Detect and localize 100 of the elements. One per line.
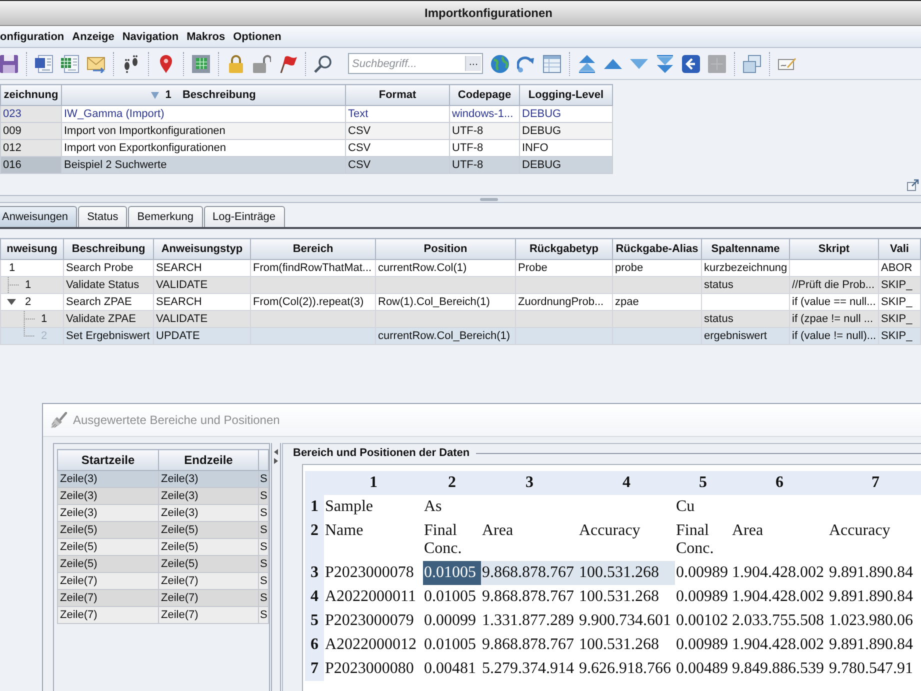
double-up-arrow-icon[interactable] bbox=[578, 54, 596, 72]
table-cell-text: 0.00099 bbox=[423, 611, 477, 631]
column-header[interactable]: Format bbox=[346, 84, 450, 106]
footprints-icon[interactable] bbox=[122, 54, 140, 72]
caret-icon[interactable] bbox=[7, 299, 16, 305]
table-cell: As bbox=[423, 495, 481, 519]
table-row[interactable]: Zeile(7) Zeile(7) S bbox=[58, 606, 268, 624]
table-row[interactable]: 016 Beispiel 2 Suchwerte CSV UTF-8 DEBUG bbox=[0, 156, 612, 174]
column-header[interactable]: Startzeile bbox=[58, 450, 158, 470]
envelope-icon[interactable] bbox=[87, 54, 105, 72]
table-row[interactable]: 2 Search ZPAE SEARCH From(Col(2)).repeat(3) Row(1).Col_Bereich(1) ZuordnungProb... zpae if (value == null... SKIP_ bbox=[0, 294, 920, 310]
column-header[interactable]: zeichnung bbox=[0, 84, 62, 106]
table-cell-text: 9.849.886.539 bbox=[731, 659, 825, 679]
column-header[interactable]: Skript bbox=[790, 238, 878, 260]
search-field[interactable]: Suchbegriff... ... bbox=[348, 53, 483, 74]
table-cell-text: 9.626.918.766 bbox=[578, 659, 672, 679]
tab[interactable]: Log-Einträge bbox=[204, 206, 285, 227]
column-header[interactable]: Position bbox=[376, 238, 516, 260]
table-cell: 0.01005 bbox=[423, 561, 481, 585]
tab[interactable]: Status bbox=[78, 206, 128, 227]
table-cell-text: 0.00489 bbox=[675, 659, 729, 679]
double-down-arrow-icon[interactable] bbox=[656, 54, 674, 72]
table-row[interactable]: 009 Import von Importkonfigurationen CSV UTF-8 DEBUG bbox=[0, 122, 612, 140]
grid-icon[interactable] bbox=[192, 54, 210, 72]
map-pin-icon[interactable] bbox=[157, 54, 175, 72]
refresh-icon[interactable] bbox=[517, 54, 535, 72]
tab[interactable]: Anweisungen bbox=[0, 206, 78, 227]
table-row[interactable]: 1 Validate Status VALIDATE status //Prüft die Prob... SKIP_ bbox=[0, 276, 920, 294]
table-row[interactable]: Zeile(7) Zeile(7) S bbox=[58, 572, 268, 590]
table-cell-text: 0.00481 bbox=[423, 659, 477, 679]
table-row[interactable]: 1 Validate ZPAE VALIDATE status if (zpae != null ... SKIP_ bbox=[0, 310, 920, 328]
tab[interactable]: Bemerkung bbox=[128, 206, 203, 227]
column-header[interactable]: Logging-Level bbox=[520, 84, 612, 106]
column-header[interactable]: Endzeile bbox=[158, 450, 258, 470]
column-number: 4 bbox=[578, 471, 675, 495]
column-header[interactable]: Bereich bbox=[250, 238, 376, 260]
column-header[interactable]: Codepage bbox=[450, 84, 520, 106]
table-cell: UPDATE bbox=[154, 328, 250, 344]
table-cell: Name bbox=[324, 519, 423, 561]
column-header[interactable]: nweisung bbox=[0, 238, 64, 260]
down-arrow-icon[interactable] bbox=[630, 58, 648, 68]
table-cell: 0.00989 bbox=[675, 561, 731, 585]
sort-descending-icon bbox=[151, 92, 160, 99]
left-arrow-icon[interactable] bbox=[274, 449, 278, 455]
window-title: Importkonfigurationen bbox=[424, 6, 552, 20]
menu-item[interactable]: onfiguration bbox=[0, 30, 64, 42]
menu-item[interactable]: Anzeige bbox=[72, 30, 114, 42]
table-row[interactable]: Zeile(5) Zeile(5) S bbox=[58, 538, 268, 556]
column-header[interactable]: Anweisungstyp bbox=[154, 238, 250, 260]
table-cell: Final Conc. bbox=[423, 519, 481, 561]
spreadsheet-icon[interactable] bbox=[61, 54, 79, 72]
table-cell: 9.868.878.767 bbox=[481, 561, 578, 585]
row-number: 2 bbox=[25, 296, 32, 308]
menu-item[interactable]: Makros bbox=[186, 30, 226, 42]
browse-button[interactable]: ... bbox=[464, 56, 481, 71]
column-number: 3 bbox=[481, 471, 578, 495]
menu-item[interactable]: Navigation bbox=[122, 30, 179, 42]
up-arrow-icon[interactable] bbox=[604, 58, 622, 68]
table-cell: currentRow.Col_Bereich(1) bbox=[376, 328, 516, 344]
square-icon[interactable] bbox=[708, 54, 726, 72]
open-padlock-icon[interactable] bbox=[253, 54, 271, 72]
table-cell: P2023000078 bbox=[324, 561, 423, 585]
table-row[interactable]: 012 Import von Exportkonfigurationen CSV UTF-8 INFO bbox=[0, 140, 612, 156]
column-header[interactable]: Spaltenname bbox=[702, 238, 790, 260]
search-icon[interactable] bbox=[314, 54, 332, 72]
menu-item[interactable]: Optionen bbox=[233, 30, 282, 42]
column-header[interactable]: 1 Beschreibung bbox=[62, 84, 346, 106]
column-header[interactable]: Rückgabe-Alias bbox=[612, 238, 702, 260]
table-cell: A2022000012 bbox=[324, 633, 423, 657]
flag-icon[interactable] bbox=[279, 54, 297, 72]
globe-icon[interactable] bbox=[491, 54, 509, 72]
table-cell-text: 100.531.268 bbox=[578, 635, 660, 655]
table-row[interactable]: Zeile(5) Zeile(5) S bbox=[58, 556, 268, 572]
row-number: 3 bbox=[305, 561, 324, 585]
table-cell: P2023000080 bbox=[324, 657, 423, 681]
padlock-icon[interactable] bbox=[227, 54, 245, 72]
group-title: Bereich und Positionen der Daten bbox=[293, 447, 470, 459]
column-header[interactable]: Vali bbox=[878, 238, 920, 260]
table-cell-text: 5.279.374.914 bbox=[481, 659, 575, 679]
table-row[interactable]: Zeile(3) Zeile(3) S bbox=[58, 504, 268, 522]
table-row[interactable]: Zeile(3) Zeile(3) S bbox=[58, 488, 268, 504]
table-icon[interactable] bbox=[543, 54, 561, 72]
copy-icon[interactable] bbox=[743, 54, 761, 72]
column-number: 1 bbox=[324, 471, 423, 495]
table-row[interactable]: Zeile(3) Zeile(3) S bbox=[58, 470, 268, 488]
column-number: 2 bbox=[423, 471, 481, 495]
pop-out-icon[interactable] bbox=[907, 179, 919, 191]
table-row[interactable]: 1 Search Probe SEARCH From(findRowThatMat... currentRow.Col(1) Probe probe kurzbezeichnung ABOR bbox=[0, 260, 920, 276]
table-cell-text: 1.331.877.289 bbox=[481, 611, 575, 631]
column-header[interactable]: Rückgabetyp bbox=[516, 238, 612, 260]
table-cell-text: 9.780.547.91 bbox=[828, 659, 914, 679]
splitter-grip[interactable] bbox=[480, 198, 498, 200]
table-row[interactable]: 023 IW_Gamma (Import) Text windows-1... DEBUG bbox=[0, 106, 612, 122]
right-arrow-icon[interactable] bbox=[274, 458, 278, 464]
table-row[interactable]: Zeile(5) Zeile(5) S bbox=[58, 522, 268, 538]
table-row[interactable]: Zeile(7) Zeile(7) S bbox=[58, 590, 268, 606]
table-cell: SKIP_ bbox=[878, 328, 920, 344]
column-header[interactable]: Beschreibung bbox=[64, 238, 154, 260]
table-cell: 9.868.878.767 bbox=[481, 585, 578, 609]
document-icon[interactable] bbox=[35, 54, 53, 72]
